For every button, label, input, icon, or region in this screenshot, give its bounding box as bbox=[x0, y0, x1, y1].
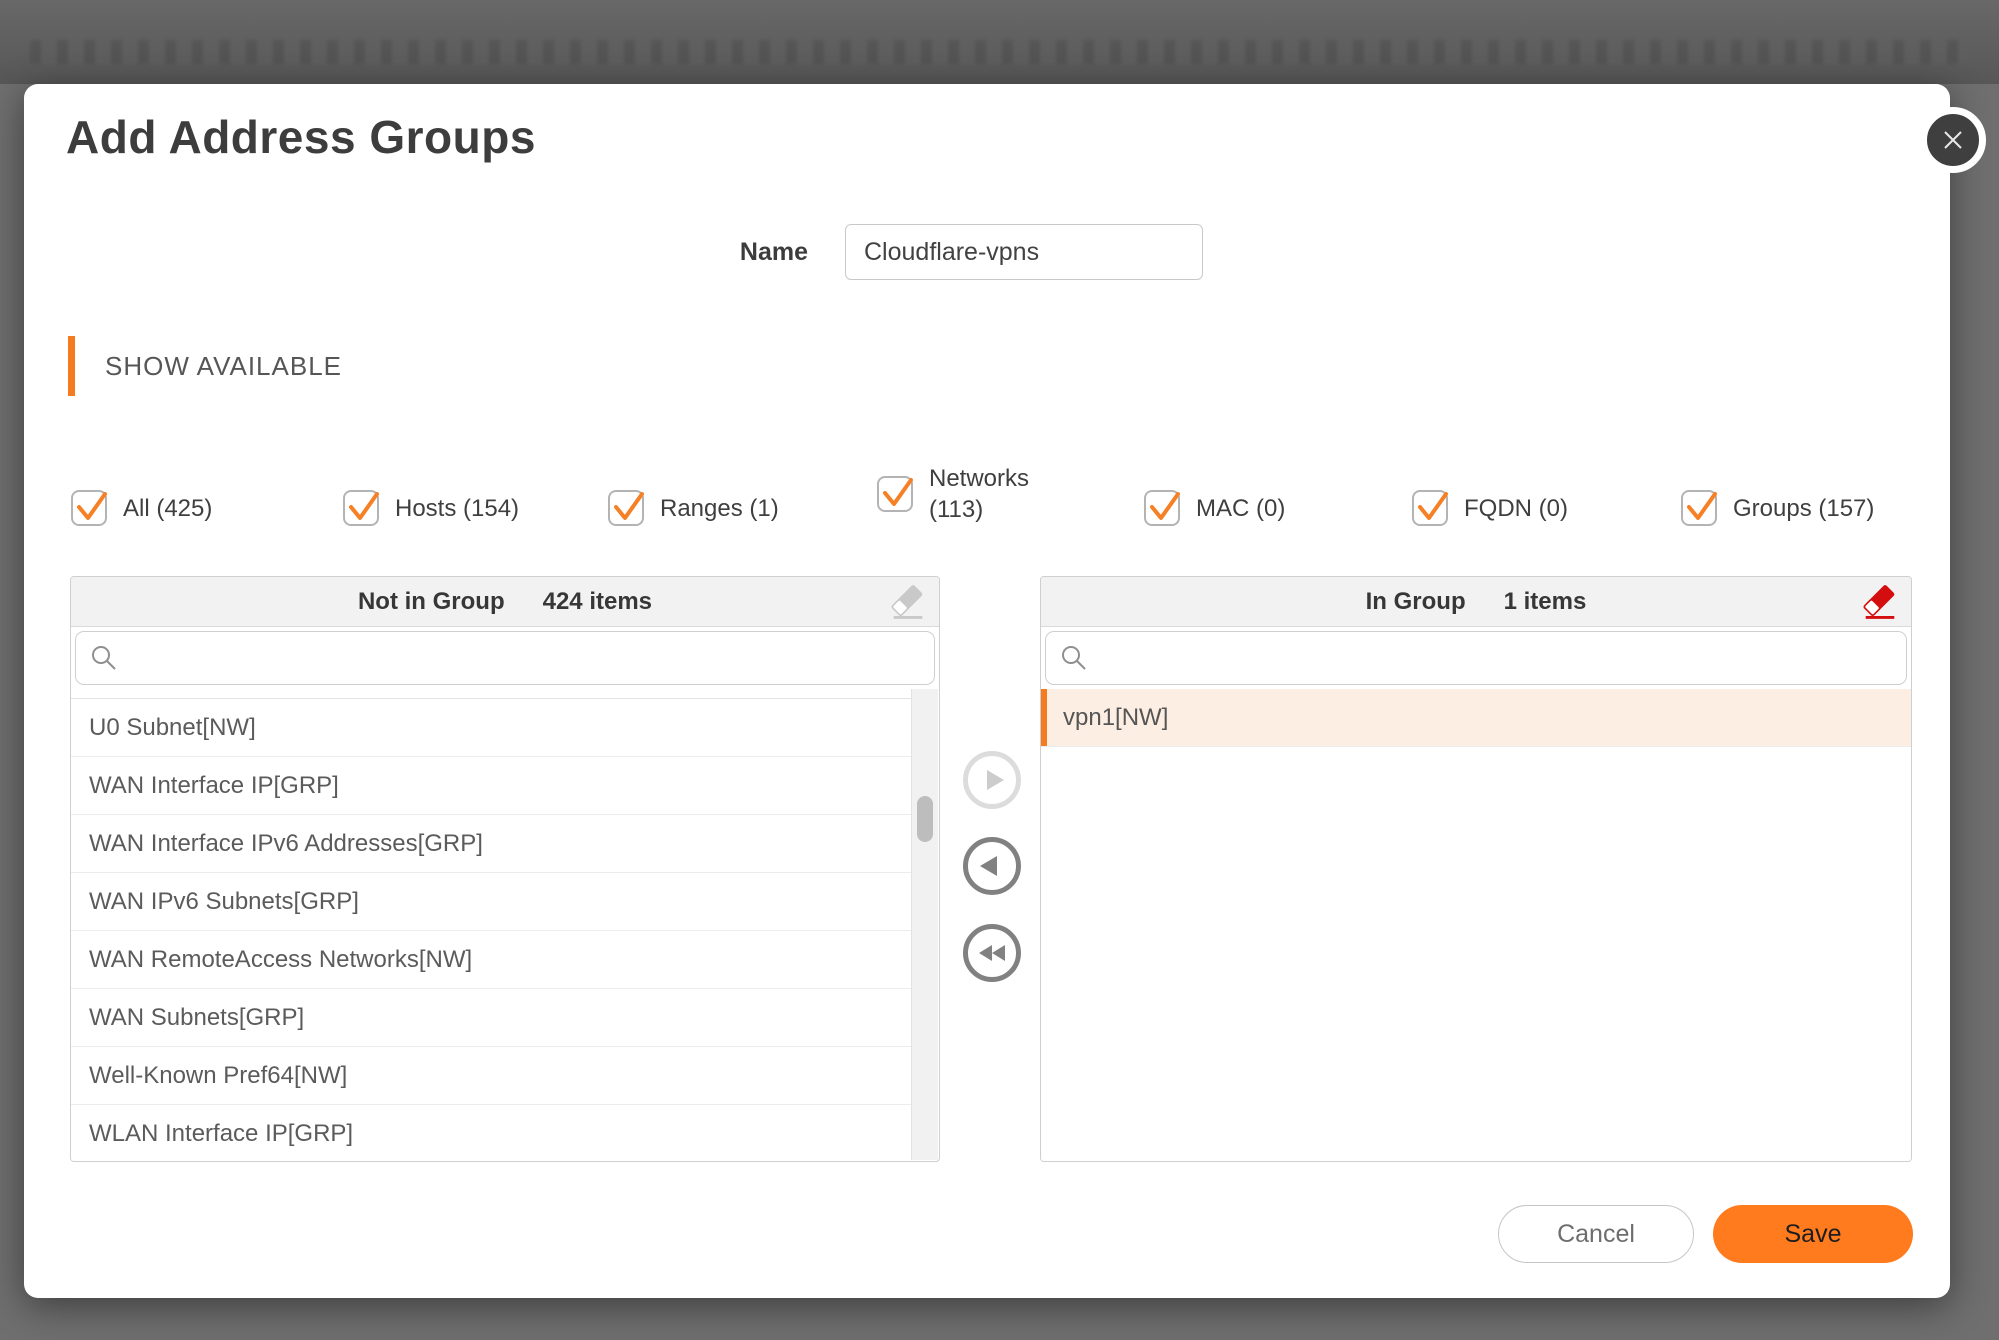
filter-label: Networks (113) bbox=[929, 463, 1029, 525]
not-in-group-header: Not in Group 424 items bbox=[71, 577, 939, 627]
checkbox-checked[interactable] bbox=[1681, 490, 1717, 526]
filter-checkbox-item[interactable]: MAC (0) bbox=[1144, 476, 1285, 540]
eraser-icon bbox=[886, 580, 930, 624]
list-item[interactable]: WAN RemoteAccess Networks[NW] bbox=[71, 931, 911, 989]
list-item[interactable]: Well-Known Pref64[NW] bbox=[71, 1047, 911, 1105]
filter-checkbox-item[interactable]: Groups (157) bbox=[1681, 476, 1874, 540]
not-in-group-panel: Not in Group 424 items bbox=[70, 576, 940, 1162]
arrow-right-icon bbox=[974, 762, 1010, 798]
double-arrow-left-icon bbox=[974, 935, 1010, 971]
save-button[interactable]: Save bbox=[1713, 1205, 1913, 1263]
check-icon bbox=[1144, 488, 1184, 526]
clear-selection-button-disabled[interactable] bbox=[885, 580, 931, 626]
checkbox-checked[interactable] bbox=[608, 490, 644, 526]
in-group-panel: In Group 1 items bbox=[1040, 576, 1912, 1162]
list-item[interactable]: WLAN Interface IP[GRP] bbox=[71, 1105, 911, 1162]
add-address-groups-dialog: Add Address Groups Name SHOW AVAILABLE bbox=[24, 84, 1950, 1298]
filter-checkbox-row: All (425) Hosts (154) bbox=[71, 476, 1941, 540]
filter-checkbox-item[interactable]: Ranges (1) bbox=[608, 476, 779, 540]
background-ribs-texture bbox=[30, 40, 1969, 64]
selected-row-accent-bar bbox=[1041, 689, 1047, 746]
filter-label: FQDN (0) bbox=[1464, 493, 1568, 524]
move-to-group-button[interactable] bbox=[963, 751, 1021, 809]
name-input[interactable] bbox=[845, 224, 1203, 280]
list-item-partial[interactable] bbox=[71, 689, 911, 699]
list-item[interactable]: U0 Subnet[NW] bbox=[71, 699, 911, 757]
scrollbar-track[interactable] bbox=[911, 689, 938, 1160]
check-icon bbox=[71, 488, 111, 526]
filter-checkbox-item[interactable]: All (425) bbox=[71, 476, 212, 540]
filter-label: Groups (157) bbox=[1733, 493, 1874, 524]
list-item-label: vpn1[NW] bbox=[1063, 704, 1168, 731]
in-group-list: vpn1[NW] bbox=[1041, 689, 1911, 1161]
check-icon bbox=[1681, 488, 1721, 526]
checkbox-checked[interactable] bbox=[1412, 490, 1448, 526]
filter-label: Ranges (1) bbox=[660, 493, 779, 524]
search-input[interactable] bbox=[1045, 631, 1907, 685]
panel-title: In Group bbox=[1366, 588, 1466, 616]
name-label: Name bbox=[736, 224, 808, 280]
check-icon bbox=[1412, 488, 1452, 526]
check-icon bbox=[343, 488, 383, 526]
remove-from-group-button[interactable] bbox=[963, 837, 1021, 895]
cancel-button[interactable]: Cancel bbox=[1498, 1205, 1694, 1263]
panel-item-count: 424 items bbox=[543, 588, 652, 616]
list-item[interactable]: WAN Subnets[GRP] bbox=[71, 989, 911, 1047]
panel-item-count: 1 items bbox=[1504, 588, 1587, 616]
arrow-left-icon bbox=[974, 848, 1010, 884]
filter-label: MAC (0) bbox=[1196, 493, 1285, 524]
not-in-group-search bbox=[75, 631, 935, 685]
in-group-search bbox=[1045, 631, 1907, 685]
list-item[interactable]: WAN Interface IP[GRP] bbox=[71, 757, 911, 815]
checkbox-checked[interactable] bbox=[1144, 490, 1180, 526]
filter-checkbox-item[interactable]: Networks (113) bbox=[877, 462, 1029, 526]
list-item[interactable]: WAN Interface IPv6 Addresses[GRP] bbox=[71, 815, 911, 873]
check-icon bbox=[608, 488, 648, 526]
filter-label: All (425) bbox=[123, 493, 212, 524]
checkbox-checked[interactable] bbox=[71, 490, 107, 526]
dialog-title: Add Address Groups bbox=[66, 110, 536, 164]
clear-group-button[interactable] bbox=[1857, 580, 1903, 626]
in-group-header: In Group 1 items bbox=[1041, 577, 1911, 627]
list-item[interactable]: WAN IPv6 Subnets[GRP] bbox=[71, 873, 911, 931]
remove-all-from-group-button[interactable] bbox=[963, 924, 1021, 982]
scrollbar-thumb[interactable] bbox=[917, 796, 933, 842]
not-in-group-list: U0 Subnet[NW] WAN Interface IP[GRP] WAN … bbox=[71, 689, 911, 1161]
check-icon bbox=[877, 474, 917, 512]
selected-list-item[interactable]: vpn1[NW] bbox=[1041, 689, 1911, 747]
search-input[interactable] bbox=[75, 631, 935, 685]
section-title: SHOW AVAILABLE bbox=[105, 351, 342, 382]
section-accent-bar bbox=[68, 336, 75, 396]
background-page-blur bbox=[0, 0, 1999, 84]
checkbox-checked[interactable] bbox=[343, 490, 379, 526]
screen: Add Address Groups Name SHOW AVAILABLE bbox=[0, 0, 1999, 1340]
eraser-icon-red bbox=[1858, 580, 1902, 624]
filter-label: Hosts (154) bbox=[395, 493, 519, 524]
panel-title: Not in Group bbox=[358, 588, 505, 616]
close-icon bbox=[1938, 125, 1968, 155]
show-available-section: SHOW AVAILABLE bbox=[68, 336, 342, 396]
checkbox-checked[interactable] bbox=[877, 476, 913, 512]
filter-checkbox-item[interactable]: Hosts (154) bbox=[343, 476, 519, 540]
filter-checkbox-item[interactable]: FQDN (0) bbox=[1412, 476, 1568, 540]
close-button[interactable] bbox=[1920, 107, 1986, 173]
